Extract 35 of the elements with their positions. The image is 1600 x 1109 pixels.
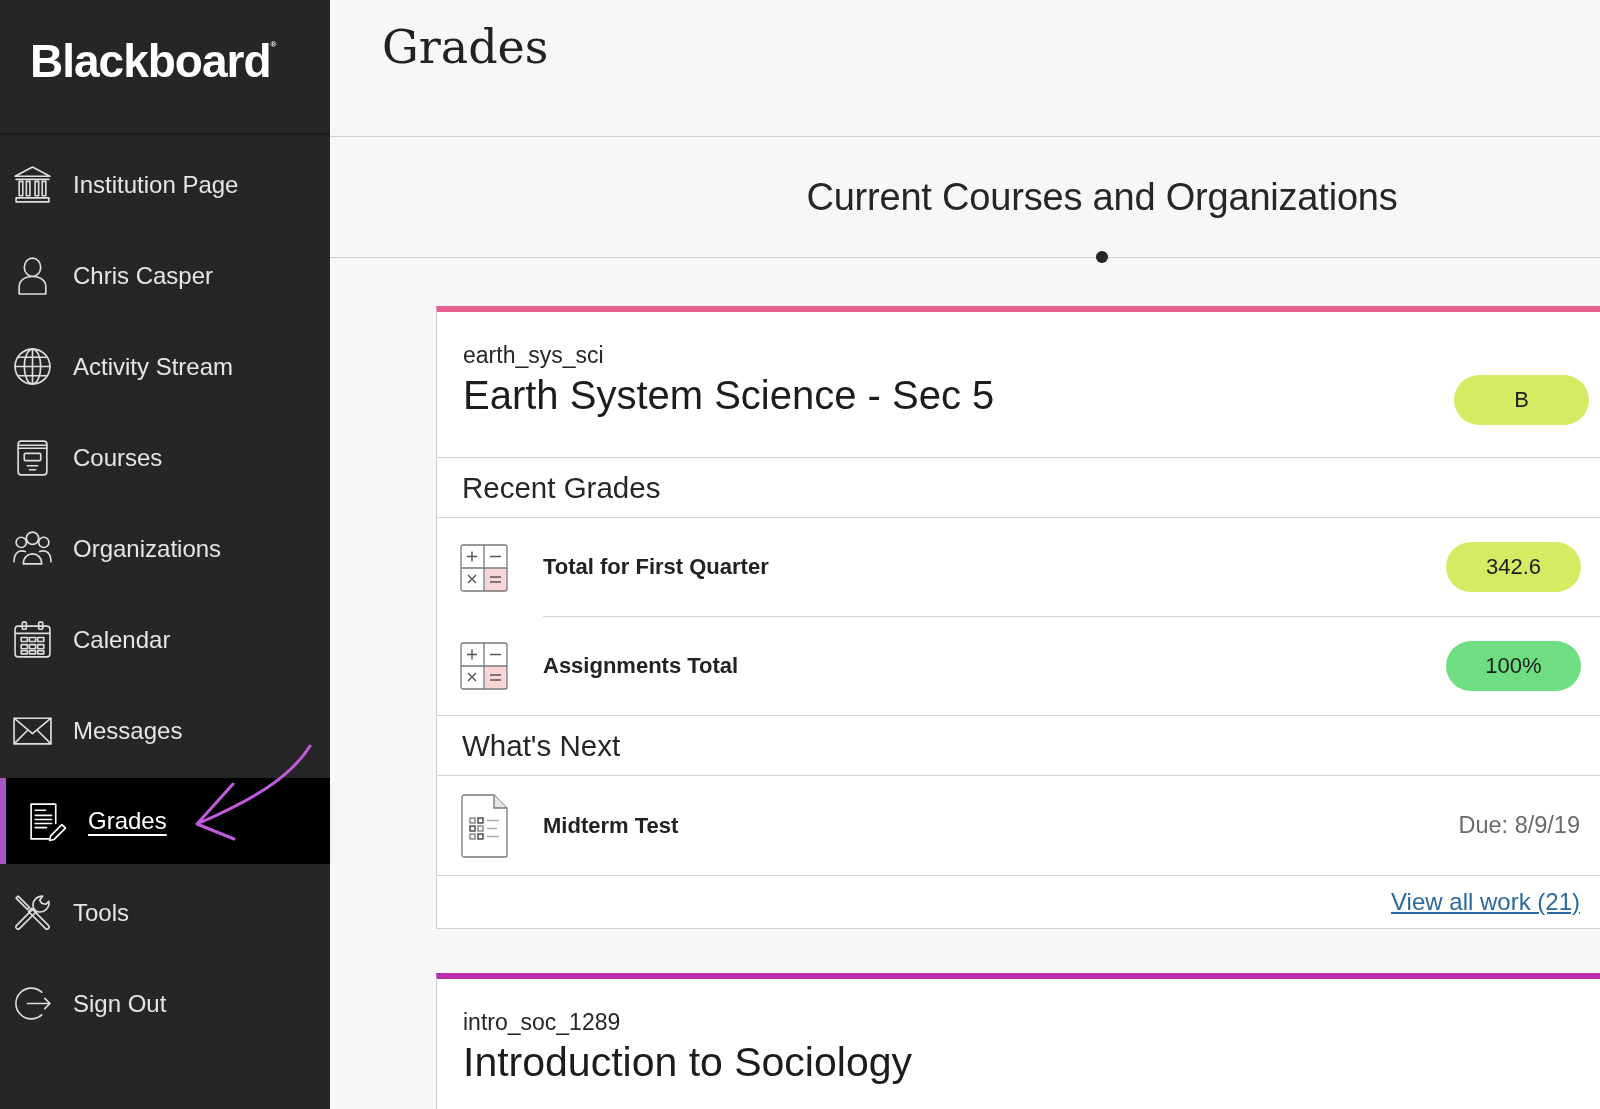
overall-grade-badge: B: [1454, 375, 1589, 425]
nav-item[interactable]: Tools: [0, 867, 330, 958]
section-heading: Recent Grades: [437, 458, 1600, 518]
section-heading: What's Next: [437, 716, 1600, 776]
tools-icon: [12, 892, 53, 933]
view-all-link[interactable]: View all work (21): [1391, 888, 1580, 916]
calculator-icon: [460, 642, 508, 690]
grade-item-title[interactable]: Assignments Total: [543, 653, 739, 679]
nav-item[interactable]: Activity Stream: [0, 321, 330, 412]
nav-item[interactable]: Messages: [0, 685, 330, 776]
bank-icon: [12, 164, 53, 205]
grade-badge: 342.6: [1446, 542, 1581, 592]
due-date: Due: 8/9/19: [1458, 812, 1580, 839]
section-title: Current Courses and Organizations: [806, 175, 1398, 220]
nav-item[interactable]: Grades: [0, 778, 330, 864]
course-title: Earth System Science - Sec 5: [463, 372, 995, 418]
nav-item[interactable]: Institution Page: [0, 139, 330, 230]
grade-badge: 100%: [1446, 641, 1581, 691]
grade-item-title[interactable]: Total for First Quarter: [543, 554, 769, 580]
nav-item[interactable]: Organizations: [0, 503, 330, 594]
nav-item[interactable]: Chris Casper: [0, 230, 330, 321]
globe-icon: [12, 346, 53, 387]
page-title: Grades: [382, 19, 550, 75]
nav-item[interactable]: Courses: [0, 412, 330, 503]
nav-item[interactable]: Calendar: [0, 594, 330, 685]
assignment-title[interactable]: Midterm Test: [543, 812, 1459, 839]
calendar-icon: [12, 619, 53, 660]
checklist-document-icon: [461, 793, 508, 858]
logo: Blackboard$^{®}$: [30, 35, 277, 87]
page-indicator-dot-icon: [1096, 251, 1108, 263]
nav-item[interactable]: Sign Out: [0, 958, 330, 1049]
course-code: earth_sys_sci: [463, 342, 605, 368]
calculator-icon: [460, 543, 508, 592]
course-code: intro_soc_1289: [463, 1009, 622, 1035]
course-title: Introduction to Sociology: [463, 1039, 912, 1085]
